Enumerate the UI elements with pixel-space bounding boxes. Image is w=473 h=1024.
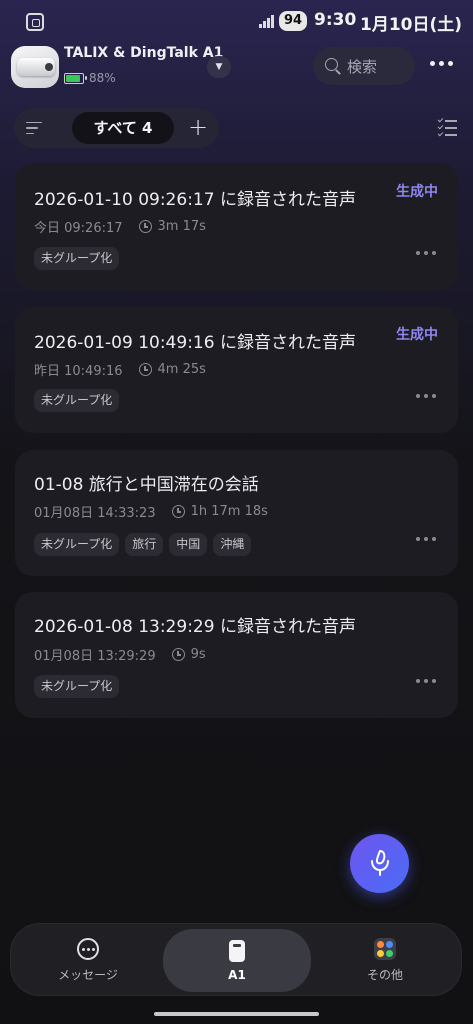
more-icon (429, 60, 435, 66)
status-battery: 94 (279, 11, 308, 31)
tag[interactable]: 未グループ化 (34, 675, 120, 698)
status-time: 9:30 (314, 10, 357, 30)
search-input[interactable]: 検索 (313, 47, 415, 85)
recording-card[interactable]: 2026-01-10 09:26:17 に録音された音声 生成中 今日 09:2… (15, 163, 458, 291)
recording-datetime: 今日 09:26:17 (34, 221, 123, 236)
recording-datetime: 01月08日 14:33:23 (34, 506, 156, 521)
tag[interactable]: 未グループ化 (34, 533, 120, 556)
tab-all[interactable]: すべて 4 (72, 112, 174, 144)
multi-select-icon[interactable] (437, 116, 458, 138)
recording-duration: 9s (190, 647, 206, 662)
nav-label: その他 (366, 968, 403, 982)
recording-title: 2026-01-08 13:29:29 に録音された音声 (34, 617, 356, 637)
recording-card[interactable]: 2026-01-09 10:49:16 に録音された音声 生成中 昨日 10:4… (15, 307, 458, 433)
chevron-down-icon: ▼ (215, 62, 223, 72)
card-more-button[interactable] (416, 250, 436, 256)
recording-datetime: 01月08日 13:29:29 (34, 649, 156, 664)
device-dropdown-button[interactable]: ▼ (207, 56, 231, 78)
tag[interactable]: 旅行 (125, 533, 164, 556)
tag-row: 未グループ化 (34, 389, 120, 412)
nav-label: A1 (228, 967, 246, 982)
recording-meta: 01月08日 13:29:29 9s (34, 645, 206, 664)
recording-meta: 昨日 10:49:16 4m 25s (34, 360, 206, 379)
sort-button[interactable] (26, 116, 52, 140)
status-bar: 94 9:30 1月10日(土) (0, 0, 473, 44)
recording-card[interactable]: 2026-01-08 13:29:29 に録音された音声 01月08日 13:2… (15, 592, 458, 718)
device-battery-text: 88% (89, 71, 116, 85)
recording-duration: 1h 17m 18s (190, 504, 268, 519)
signal-icon (259, 14, 275, 28)
recording-datetime: 昨日 10:49:16 (34, 364, 123, 379)
tag-row: 未グループ化 (34, 247, 120, 270)
screenshot-icon (26, 13, 44, 31)
card-more-button[interactable] (416, 678, 436, 684)
recording-duration: 4m 25s (157, 362, 206, 377)
recording-title: 2026-01-10 09:26:17 に録音された音声 (34, 190, 356, 210)
recording-meta: 01月08日 14:33:23 1h 17m 18s (34, 502, 268, 521)
nav-label: メッセージ (58, 968, 118, 982)
tag-row: 未グループ化 (34, 675, 120, 698)
nav-item-other[interactable]: その他 (335, 924, 435, 997)
tag[interactable]: 未グループ化 (34, 247, 120, 270)
status-date: 1月10日(土) (360, 15, 463, 35)
clock-icon (171, 505, 185, 518)
tag[interactable]: 沖縄 (213, 533, 252, 556)
device-name[interactable]: TALIX & DingTalk A1 (64, 45, 223, 61)
message-icon (77, 938, 99, 960)
tag[interactable]: 中国 (169, 533, 208, 556)
record-button[interactable] (350, 834, 409, 893)
microphone-icon (371, 850, 389, 876)
clock-icon (138, 220, 152, 233)
recording-title: 01-08 旅行と中国滞在の会話 (34, 475, 259, 495)
recording-title: 2026-01-09 10:49:16 に録音された音声 (34, 333, 356, 353)
recording-status: 生成中 (396, 327, 438, 343)
card-more-button[interactable] (416, 536, 436, 542)
nav-item-a1[interactable]: A1 (163, 924, 311, 997)
more-options-button[interactable] (426, 54, 456, 72)
recording-duration: 3m 17s (157, 219, 206, 234)
battery-icon (64, 72, 87, 84)
nav-item-messages[interactable]: メッセージ (38, 924, 138, 997)
search-icon (325, 58, 341, 74)
device-battery: 88% (64, 71, 116, 85)
home-indicator[interactable] (154, 1012, 319, 1016)
clock-icon (138, 363, 152, 376)
device-thumbnail[interactable] (11, 46, 59, 88)
device-icon (229, 939, 245, 962)
search-placeholder: 検索 (347, 57, 378, 76)
bottom-navigation: メッセージ A1 その他 (10, 923, 462, 996)
recording-meta: 今日 09:26:17 3m 17s (34, 217, 206, 236)
apps-icon (374, 938, 396, 960)
add-tab-button[interactable]: + (186, 114, 210, 140)
recording-status: 生成中 (396, 184, 438, 200)
tag-row: 未グループ化 旅行 中国 沖縄 (34, 533, 252, 556)
card-more-button[interactable] (416, 393, 436, 399)
tag[interactable]: 未グループ化 (34, 389, 120, 412)
recording-card[interactable]: 01-08 旅行と中国滞在の会話 01月08日 14:33:23 1h 17m … (15, 450, 458, 576)
clock-icon (171, 648, 185, 661)
